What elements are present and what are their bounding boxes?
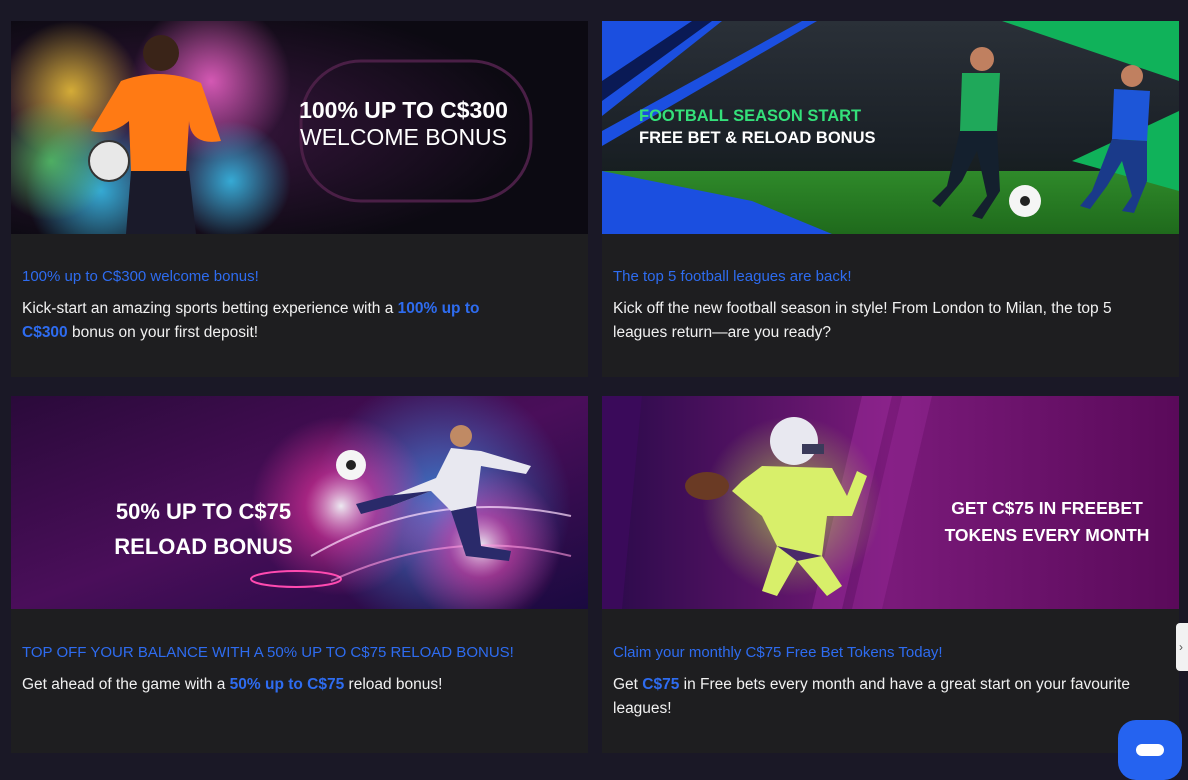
desc-text: Get — [613, 676, 643, 693]
promo-title[interactable]: The top 5 football leagues are back! — [613, 268, 852, 285]
reload-banner-image — [11, 396, 588, 609]
promo-title[interactable]: Claim your monthly C$75 Free Bet Tokens … — [613, 644, 943, 661]
promo-title[interactable]: 100% up to C$300 welcome bonus! — [22, 268, 259, 285]
desc-highlight: 50% up to C$75 — [229, 676, 345, 693]
promo-description: Get ahead of the game with a 50% up to C… — [22, 673, 572, 697]
banner-headline: 50% UP TO C$75 — [115, 499, 292, 524]
banner-subheadline: TOKENS EVERY MONTH — [944, 525, 1150, 545]
promo-card-welcome-bonus[interactable]: 100% UP TO C$300 WELCOME BONUS 100% up t… — [11, 21, 588, 377]
desc-text: Kick-start an amazing sports betting exp… — [22, 300, 398, 317]
promo-title[interactable]: TOP OFF YOUR BALANCE WITH A 50% UP TO C$… — [22, 644, 514, 661]
promo-banner-football[interactable]: FOOTBALL SEASON START FREE BET & RELOAD … — [602, 21, 1179, 234]
chat-button[interactable] — [1118, 720, 1182, 780]
promo-banner-welcome[interactable]: 100% UP TO C$300 WELCOME BONUS — [11, 21, 588, 234]
promo-card-football-season[interactable]: FOOTBALL SEASON START FREE BET & RELOAD … — [602, 21, 1179, 377]
desc-text: in Free bets every month and have a grea… — [613, 676, 1130, 717]
promo-description: Get C$75 in Free bets every month and ha… — [613, 673, 1158, 721]
promo-banner-reload[interactable]: 50% UP TO C$75 RELOAD BONUS — [11, 396, 588, 609]
banner-subheadline: FREE BET & RELOAD BONUS — [639, 129, 876, 147]
promo-banner-freebet[interactable]: GET C$75 IN FREEBET TOKENS EVERY MONTH — [602, 396, 1179, 609]
side-feedback-tab[interactable]: › — [1176, 623, 1188, 671]
chat-bubble-icon — [1136, 744, 1164, 756]
banner-subheadline: WELCOME BONUS — [299, 124, 508, 150]
promo-description: Kick off the new football season in styl… — [613, 300, 1112, 341]
banner-subheadline: RELOAD BONUS — [114, 534, 293, 559]
banner-headline: 100% UP TO C$300 — [299, 97, 508, 123]
promo-card-freebet-tokens[interactable]: GET C$75 IN FREEBET TOKENS EVERY MONTH C… — [602, 396, 1179, 753]
chevron-left-icon: › — [1179, 640, 1183, 654]
promo-description: Kick-start an amazing sports betting exp… — [22, 297, 492, 345]
football-banner-image — [602, 21, 1179, 234]
banner-headline: GET C$75 IN FREEBET — [951, 498, 1143, 518]
desc-text: reload bonus! — [344, 676, 443, 693]
promo-card-reload-bonus[interactable]: 50% UP TO C$75 RELOAD BONUS TOP OFF YOUR… — [11, 396, 588, 753]
banner-headline: FOOTBALL SEASON START — [639, 107, 862, 125]
desc-text: bonus on your first deposit! — [67, 324, 259, 341]
desc-text: Get ahead of the game with a — [22, 676, 230, 693]
desc-highlight: C$75 — [642, 676, 680, 693]
